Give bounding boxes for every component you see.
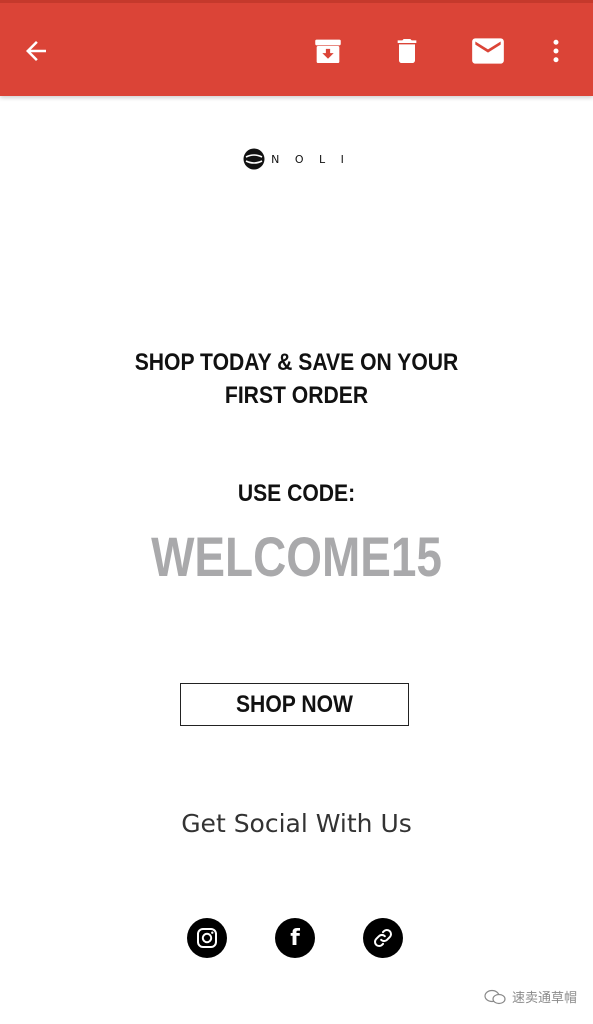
delete-button[interactable] [385,27,429,75]
shop-now-button[interactable]: SHOP NOW [180,683,409,726]
back-button[interactable] [14,27,58,75]
more-options-button[interactable] [540,27,572,75]
watermark-text: 速卖通草帽 [511,990,577,1005]
brand-logo-text: N O L I [271,152,350,166]
mark-unread-button[interactable] [464,27,512,75]
mail-icon [472,38,504,64]
app-bar [0,0,593,96]
noli-logo-icon [243,148,265,170]
headline-line-2: FIRST ORDER [224,382,369,409]
instagram-icon [197,928,217,948]
promo-code: WELCOME15 [151,525,442,588]
more-vert-icon [553,39,559,63]
promo-headline: SHOP TODAY & SAVE ON YOUR FIRST ORDER [36,346,558,412]
trash-icon [397,39,417,63]
shop-now-label: SHOP NOW [236,690,353,718]
wechat-icon [484,989,506,1004]
brand-logo[interactable]: N O L I [0,148,593,170]
email-body: N O L I SHOP TODAY & SAVE ON YOUR FIRST … [0,96,593,1024]
website-link[interactable] [363,918,403,958]
headline-line-1: SHOP TODAY & SAVE ON YOUR [134,349,459,376]
arrow-left-icon [26,41,46,61]
social-links: f [0,918,593,958]
use-code-label: USE CODE: [237,480,356,507]
instagram-link[interactable] [187,918,227,958]
social-heading: Get Social With Us [181,809,412,838]
archive-button[interactable] [306,27,350,75]
link-icon [374,929,392,947]
watermark: 速卖通草帽 [484,987,577,1006]
facebook-link[interactable]: f [275,918,315,958]
archive-icon [315,39,341,64]
facebook-icon: f [290,926,300,951]
